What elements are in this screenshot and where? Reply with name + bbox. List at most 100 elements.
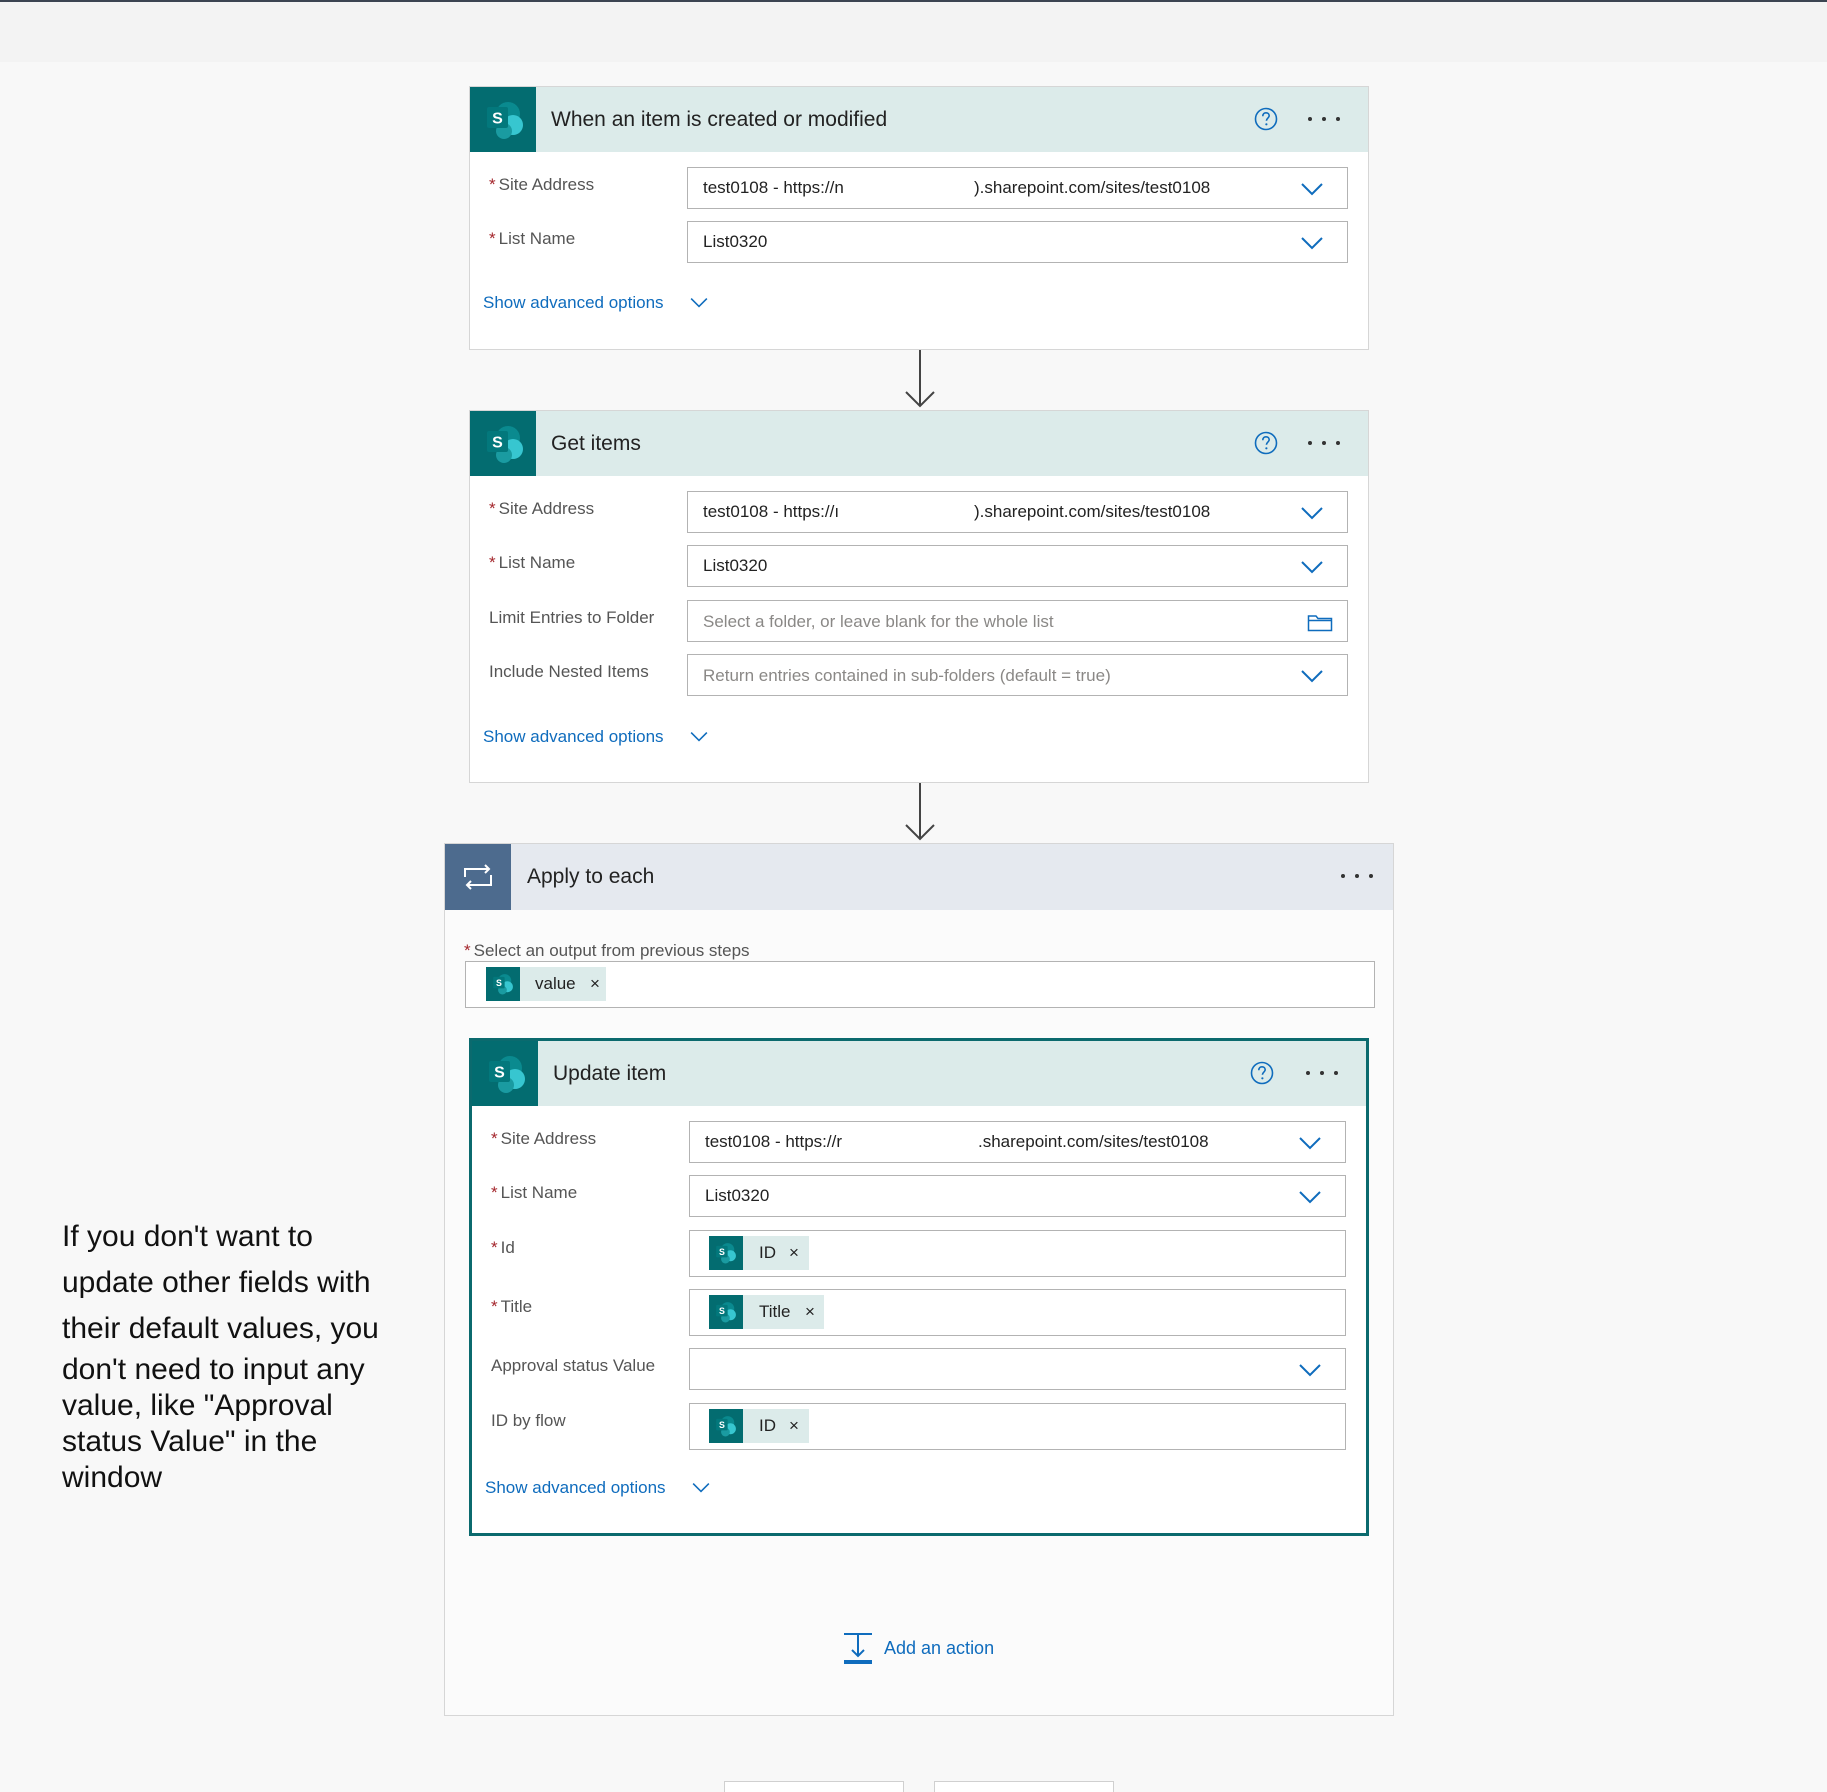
nested-placeholder: Return entries contained in sub-folders …	[703, 666, 1111, 685]
site-address-value-suffix: ).sharepoint.com/sites/test0108	[974, 502, 1211, 521]
chevron-down-icon[interactable]	[1301, 560, 1323, 574]
annotation-line: their default values, you	[62, 1312, 379, 1345]
annotation-line: window	[62, 1461, 163, 1494]
site-address-field[interactable]: test0108 - https://n ).sharepoint.com/si…	[687, 167, 1348, 209]
site-address-value-prefix: test0108 - https://ı	[703, 502, 840, 521]
loop-icon	[445, 844, 511, 910]
add-action-button[interactable]: Add an action	[842, 1632, 1012, 1668]
approval-status-field[interactable]	[689, 1348, 1346, 1390]
trigger-card-header[interactable]: When an item is created or modified	[470, 87, 1368, 152]
remove-token-icon[interactable]: ×	[789, 1243, 799, 1263]
folder-field[interactable]: Select a folder, or leave blank for the …	[687, 600, 1348, 642]
id-token[interactable]: ID ×	[709, 1409, 809, 1443]
chevron-down-icon[interactable]	[1301, 669, 1323, 683]
update-item-card-header[interactable]: Update item	[472, 1041, 1366, 1106]
id-by-flow-field[interactable]: ID ×	[689, 1403, 1346, 1450]
approval-status-label: Approval status Value	[491, 1356, 656, 1375]
chevron-down-icon[interactable]	[1301, 182, 1323, 196]
list-name-value: List0320	[703, 232, 768, 251]
list-name-value: List0320	[703, 556, 768, 575]
site-address-label: * Site Address	[489, 175, 595, 194]
chevron-down-icon	[690, 731, 708, 742]
more-icon[interactable]	[1306, 1071, 1340, 1077]
id-field[interactable]: ID ×	[689, 1230, 1346, 1277]
remove-token-icon[interactable]: ×	[805, 1302, 815, 1322]
list-name-label: * List Name	[491, 1183, 578, 1202]
token-label: value	[535, 974, 576, 993]
id-token[interactable]: ID ×	[709, 1236, 809, 1270]
get-items-card-header[interactable]: Get items	[470, 411, 1368, 476]
update-item-card[interactable]: Update item * Site Address test0108 - htt…	[469, 1038, 1369, 1536]
value-token[interactable]: value ×	[486, 967, 606, 1001]
get-items-title[interactable]: Get items	[551, 432, 641, 456]
arrow-down-icon	[905, 350, 935, 408]
id-by-flow-label: ID by flow	[491, 1411, 566, 1430]
select-output-field[interactable]: value ×	[465, 961, 1375, 1008]
show-advanced-options[interactable]: Show advanced options	[485, 1478, 666, 1498]
chevron-down-icon[interactable]	[1299, 1190, 1321, 1204]
title-field[interactable]: Title ×	[689, 1289, 1346, 1336]
list-name-field[interactable]: List0320	[687, 545, 1348, 587]
chevron-down-icon[interactable]	[1299, 1136, 1321, 1150]
list-name-value: List0320	[705, 1186, 770, 1205]
sharepoint-icon	[709, 1236, 743, 1270]
annotation-note: If you don't want to update other fields…	[62, 1219, 422, 1496]
show-advanced-options[interactable]: Show advanced options	[483, 727, 664, 747]
add-action-icon	[844, 1633, 872, 1664]
more-icon[interactable]	[1341, 874, 1375, 880]
remove-token-icon[interactable]: ×	[590, 974, 600, 994]
nested-items-label: Include Nested Items	[489, 662, 649, 681]
remove-token-icon[interactable]: ×	[789, 1416, 799, 1436]
select-output-label: * Select an output from previous steps	[464, 941, 750, 960]
annotation-line: update other fields with	[62, 1266, 371, 1299]
apply-to-each-header[interactable]: Apply to each	[445, 844, 1393, 910]
token-label: ID	[759, 1243, 776, 1262]
list-name-label: * List Name	[489, 229, 576, 248]
sharepoint-icon	[470, 411, 536, 476]
help-icon[interactable]	[1254, 431, 1278, 455]
site-address-field[interactable]: test0108 - https://r .sharepoint.com/sit…	[689, 1121, 1346, 1163]
list-name-field[interactable]: List0320	[689, 1175, 1346, 1217]
token-label: ID	[759, 1416, 776, 1435]
sharepoint-icon	[470, 87, 536, 152]
annotation-line: If you don't want to	[62, 1220, 313, 1253]
bottom-button-right[interactable]	[934, 1781, 1114, 1792]
chevron-down-icon[interactable]	[1299, 1363, 1321, 1377]
annotation-line: status Value" in the	[62, 1425, 318, 1458]
sharepoint-icon	[486, 967, 520, 1001]
update-item-title[interactable]: Update item	[553, 1062, 666, 1086]
site-address-value-prefix: test0108 - https://n	[703, 178, 844, 197]
list-name-field[interactable]: List0320	[687, 221, 1348, 263]
title-token[interactable]: Title ×	[709, 1295, 824, 1329]
more-icon[interactable]	[1308, 441, 1342, 447]
chevron-down-icon[interactable]	[1301, 236, 1323, 250]
show-advanced-options[interactable]: Show advanced options	[483, 293, 664, 313]
folder-icon[interactable]	[1307, 612, 1333, 632]
site-address-value-suffix: ).sharepoint.com/sites/test0108	[974, 178, 1211, 197]
trigger-title[interactable]: When an item is created or modified	[551, 108, 887, 132]
help-icon[interactable]	[1250, 1061, 1274, 1085]
chevron-down-icon	[692, 1482, 710, 1493]
help-icon[interactable]	[1254, 107, 1278, 131]
site-address-value-suffix: .sharepoint.com/sites/test0108	[978, 1132, 1209, 1151]
site-address-field[interactable]: test0108 - https://ı ).sharepoint.com/si…	[687, 491, 1348, 533]
sharepoint-icon	[709, 1295, 743, 1329]
arrow-down-icon	[905, 783, 935, 841]
apply-to-each-card[interactable]: Apply to each * Select an output from pre…	[444, 843, 1394, 1716]
site-address-label: * Site Address	[489, 499, 595, 518]
site-address-label: * Site Address	[491, 1129, 597, 1148]
sharepoint-icon	[709, 1409, 743, 1443]
sharepoint-icon	[472, 1041, 538, 1106]
bottom-button-left[interactable]	[724, 1781, 904, 1792]
more-icon[interactable]	[1308, 117, 1342, 123]
folder-placeholder: Select a folder, or leave blank for the …	[703, 612, 1054, 631]
nested-items-field[interactable]: Return entries contained in sub-folders …	[687, 654, 1348, 696]
get-items-card[interactable]: Get items * Site Address test0108 - https…	[469, 410, 1369, 783]
id-label: * Id	[491, 1238, 515, 1257]
title-label: * Title	[491, 1297, 533, 1316]
apply-to-each-title[interactable]: Apply to each	[527, 865, 654, 889]
token-label: Title	[759, 1302, 791, 1321]
chevron-down-icon[interactable]	[1301, 506, 1323, 520]
trigger-card[interactable]: When an item is created or modified * Sit…	[469, 86, 1369, 350]
site-address-value-prefix: test0108 - https://r	[705, 1132, 843, 1151]
